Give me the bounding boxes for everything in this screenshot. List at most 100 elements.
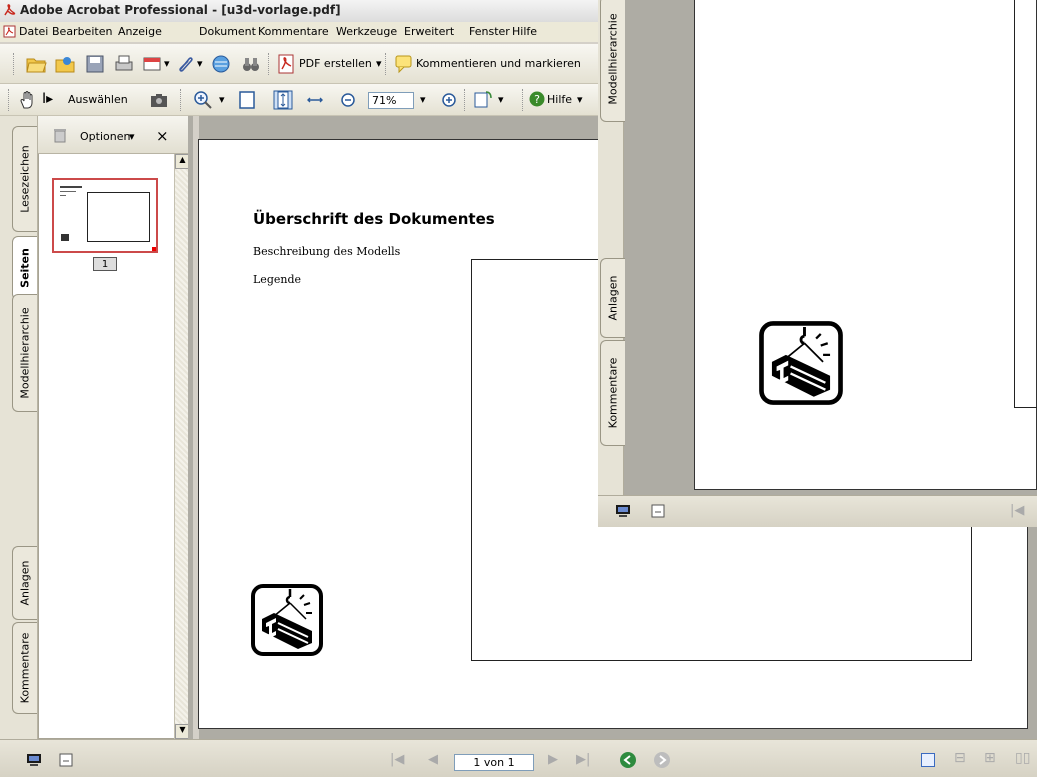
hand-tool-icon[interactable] bbox=[17, 89, 39, 111]
attach-icon[interactable] bbox=[174, 53, 196, 75]
save-icon[interactable] bbox=[84, 53, 106, 75]
tab-bookmarks-label: Lesezeichen bbox=[18, 145, 32, 213]
page-thumbnail[interactable] bbox=[52, 178, 158, 253]
find-binoculars-icon[interactable] bbox=[240, 53, 262, 75]
tab-attachments[interactable]: Anlagen bbox=[12, 546, 37, 620]
secondary-tab-model-hierarchy[interactable]: Modellhierarchie bbox=[600, 0, 625, 122]
continuous-view-icon[interactable]: ⊟ bbox=[954, 750, 966, 766]
menu-datei[interactable]: Datei bbox=[19, 25, 48, 38]
fit-width-icon[interactable] bbox=[304, 89, 326, 111]
toolbar-grip bbox=[8, 89, 11, 111]
print-icon[interactable] bbox=[113, 53, 135, 75]
document-heading: Überschrift des Dokumentes bbox=[253, 210, 495, 228]
page-number-field[interactable]: 1 von 1 bbox=[454, 754, 534, 771]
help-button[interactable]: Hilfe bbox=[547, 93, 572, 106]
tab-bookmarks[interactable]: Lesezeichen bbox=[12, 126, 37, 232]
dropdown-arrow-icon[interactable]: ▾ bbox=[164, 57, 170, 70]
secondary-document-status-icon[interactable] bbox=[651, 504, 665, 518]
trash-icon[interactable] bbox=[53, 127, 67, 143]
text-cursor-icon[interactable]: I▸ bbox=[42, 91, 53, 107]
search-globe-icon[interactable] bbox=[210, 53, 232, 75]
toolbar-separator bbox=[180, 89, 183, 111]
menu-fenster[interactable]: Fenster bbox=[469, 25, 510, 38]
dropdown-arrow-icon[interactable]: ▾ bbox=[197, 57, 203, 70]
menu-werkzeuge[interactable]: Werkzeuge bbox=[336, 25, 397, 38]
acrobat-logo-icon bbox=[4, 4, 16, 16]
monitor-icon[interactable] bbox=[26, 753, 42, 767]
thumbnail-page-number: 1 bbox=[93, 257, 117, 271]
options-dropdown-arrow-icon[interactable]: ▾ bbox=[129, 130, 135, 143]
back-view-icon[interactable] bbox=[619, 751, 637, 769]
secondary-first-page-icon[interactable]: |◀ bbox=[1010, 503, 1024, 518]
rotate-view-icon[interactable] bbox=[472, 89, 494, 111]
zoom-input[interactable]: 71% bbox=[368, 92, 414, 109]
secondary-status-bar: |◀ bbox=[598, 495, 1037, 527]
first-page-icon[interactable]: |◀ bbox=[390, 752, 404, 767]
toolbar-grip bbox=[13, 53, 16, 75]
menu-bar: Datei Bearbeiten Anzeige Dokument Kommen… bbox=[0, 22, 600, 42]
construction-logo-icon bbox=[251, 584, 323, 656]
zoom-out-icon[interactable] bbox=[337, 89, 359, 111]
tab-pages[interactable]: Seiten bbox=[12, 236, 37, 300]
options-menu-button[interactable]: Optionen bbox=[80, 130, 130, 143]
toolbar-separator bbox=[522, 89, 525, 111]
select-tool-button[interactable]: Auswählen bbox=[68, 93, 128, 106]
comment-markup-button[interactable]: Kommentieren und markieren bbox=[416, 57, 581, 70]
toolbar-separator bbox=[268, 53, 271, 75]
organizer-icon[interactable] bbox=[54, 53, 76, 75]
close-panel-button[interactable]: × bbox=[156, 127, 169, 145]
actual-size-icon[interactable] bbox=[236, 89, 258, 111]
document-status-icon[interactable] bbox=[59, 753, 73, 767]
menu-dokument[interactable]: Dokument bbox=[199, 25, 256, 38]
document-menu-icon[interactable] bbox=[3, 25, 16, 38]
menu-bearbeiten[interactable]: Bearbeiten bbox=[52, 25, 112, 38]
toolbar-separator bbox=[385, 53, 388, 75]
pages-panel-header: Optionen ▾ × bbox=[38, 116, 193, 154]
thumb-3d-box bbox=[87, 192, 150, 242]
secondary-monitor-icon[interactable] bbox=[615, 504, 631, 518]
thumb-logo bbox=[61, 234, 69, 241]
secondary-tab-attachments[interactable]: Anlagen bbox=[600, 258, 625, 338]
dropdown-arrow-icon[interactable]: ▾ bbox=[498, 93, 504, 106]
single-page-view-icon[interactable] bbox=[921, 753, 935, 767]
dropdown-arrow-icon[interactable]: ▾ bbox=[577, 93, 583, 106]
snapshot-camera-icon[interactable] bbox=[148, 89, 170, 111]
email-icon[interactable] bbox=[141, 53, 163, 75]
dropdown-arrow-icon[interactable]: ▾ bbox=[376, 57, 382, 70]
file-toolbar: ▾ ▾ PDF erstellen ▾ Kommentieren und mar… bbox=[0, 44, 600, 84]
view-toolbar: I▸ Auswählen ▾ ▾ ▾ ? Hilfe ▾ bbox=[0, 84, 600, 116]
dropdown-arrow-icon[interactable]: ▾ bbox=[219, 93, 225, 106]
help-icon[interactable]: ? bbox=[528, 90, 546, 108]
create-pdf-button[interactable]: PDF erstellen bbox=[299, 57, 372, 70]
zoom-plus-icon[interactable] bbox=[438, 89, 460, 111]
continuous-facing-view-icon[interactable]: ▯▯ bbox=[1015, 750, 1030, 766]
tab-model-hierarchy[interactable]: Modellhierarchie bbox=[12, 294, 37, 412]
thumb-text-line bbox=[60, 191, 76, 192]
secondary-3d-model-area[interactable] bbox=[1014, 0, 1037, 408]
toolbar-separator bbox=[464, 89, 467, 111]
menu-erweitert[interactable]: Erweitert bbox=[404, 25, 454, 38]
facing-view-icon[interactable]: ⊞ bbox=[984, 750, 996, 766]
title-bar: Adobe Acrobat Professional - [u3d-vorlag… bbox=[0, 0, 600, 22]
tab-model-hierarchy-label: Modellhierarchie bbox=[18, 307, 32, 399]
fit-page-icon[interactable] bbox=[272, 89, 294, 111]
create-pdf-icon[interactable] bbox=[276, 53, 298, 75]
next-page-icon[interactable]: ▶ bbox=[548, 752, 558, 767]
menu-anzeige[interactable]: Anzeige bbox=[118, 25, 162, 38]
menu-kommentare[interactable]: Kommentare bbox=[258, 25, 329, 38]
secondary-tab-comments[interactable]: Kommentare bbox=[600, 340, 625, 446]
forward-view-icon[interactable] bbox=[653, 751, 671, 769]
comment-icon[interactable] bbox=[393, 53, 415, 75]
tab-comments[interactable]: Kommentare bbox=[12, 622, 37, 714]
previous-page-icon[interactable]: ◀ bbox=[428, 752, 438, 767]
zoom-dropdown-arrow-icon[interactable]: ▾ bbox=[420, 93, 426, 106]
window-title: Adobe Acrobat Professional - [u3d-vorlag… bbox=[20, 3, 341, 17]
tab-attachments-label: Anlagen bbox=[18, 560, 32, 606]
secondary-tab-comments-label: Kommentare bbox=[606, 357, 620, 429]
zoom-in-icon[interactable] bbox=[192, 89, 214, 111]
open-folder-icon[interactable] bbox=[25, 53, 47, 75]
secondary-navigation-tab-strip: Modellhierarchie Anlagen Kommentare bbox=[598, 0, 625, 495]
secondary-tab-attachments-label: Anlagen bbox=[606, 275, 620, 321]
menu-hilfe[interactable]: Hilfe bbox=[512, 25, 537, 38]
last-page-icon[interactable]: ▶| bbox=[576, 752, 590, 767]
